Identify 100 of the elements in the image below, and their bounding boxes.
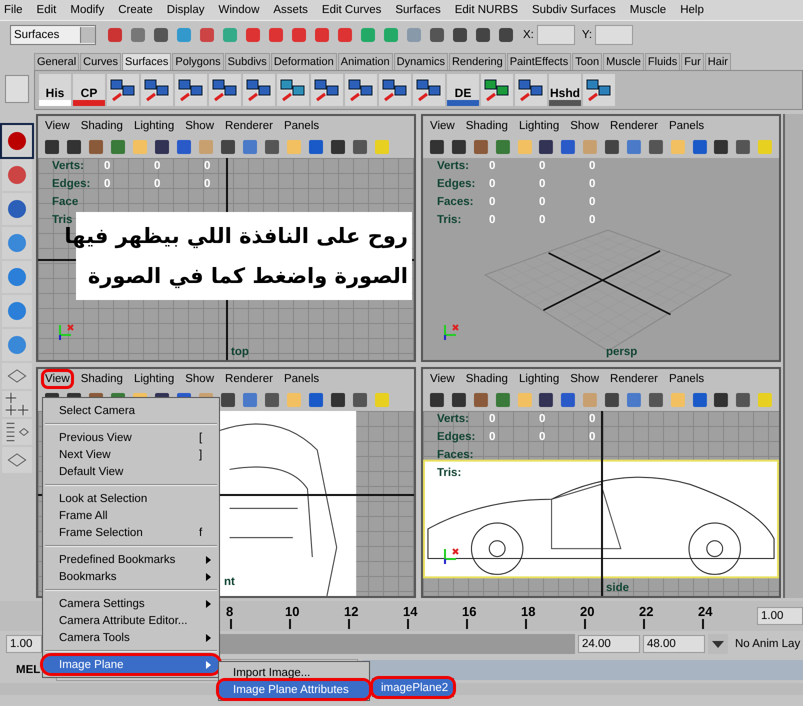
layout-icon[interactable] (2, 447, 32, 473)
menu-item[interactable]: Help (680, 4, 704, 16)
tool-icon[interactable] (2, 261, 32, 293)
viewport-menu[interactable]: View (44, 119, 71, 133)
menu-item[interactable]: Predefined Bookmarks (43, 551, 219, 568)
shelf-tool-icon[interactable] (209, 74, 241, 106)
shelf-tool-button[interactable]: His (39, 74, 71, 106)
toolbar-icon[interactable] (335, 25, 355, 45)
viewport-tool-icon[interactable] (42, 137, 62, 157)
menu-item[interactable]: Modify (70, 4, 104, 16)
shelf-tab[interactable]: Toon (572, 53, 602, 70)
toolbar-icon[interactable] (105, 25, 125, 45)
shelf-tool-icon[interactable] (175, 74, 207, 106)
menu-item[interactable]: Subdiv Surfaces (532, 4, 616, 16)
viewport-menu[interactable]: Show (184, 372, 216, 386)
menu-item[interactable]: Image Plane (43, 656, 219, 673)
menu-item[interactable]: Look at Selection (43, 490, 219, 507)
viewport-tool-icon[interactable] (427, 137, 447, 157)
viewport-menu[interactable]: Lighting (518, 119, 560, 133)
tool-icon[interactable] (2, 329, 32, 361)
shelf-tool-icon[interactable] (311, 74, 343, 106)
layout-icon[interactable] (2, 363, 32, 389)
viewport-menu[interactable]: Shading (80, 119, 124, 133)
toolbar-icon[interactable] (266, 25, 286, 45)
anim-layer-dropdown[interactable]: No Anim Lay (731, 638, 800, 650)
toolbar-icon[interactable] (427, 25, 447, 45)
viewport-tool-icon[interactable] (602, 137, 622, 157)
current-frame-field[interactable]: 1.00 (757, 607, 803, 625)
viewport-tool-icon[interactable] (328, 390, 348, 410)
menu-item[interactable]: Import Image... (219, 664, 369, 681)
viewport-menu[interactable]: Panels (282, 119, 320, 133)
viewport-menu[interactable]: Renderer (224, 119, 274, 133)
viewport-tool-icon[interactable] (350, 137, 370, 157)
menu-item[interactable]: Camera Tools (43, 629, 219, 646)
viewport-tool-icon[interactable] (350, 390, 370, 410)
shelf-tool-icon[interactable] (345, 74, 377, 106)
shelf-tool-icon[interactable] (583, 74, 615, 106)
menu-item[interactable]: Edit NURBS (454, 4, 518, 16)
viewport-menu[interactable]: View (44, 372, 71, 386)
shelf-tool-icon[interactable] (413, 74, 445, 106)
viewport-tool-icon[interactable] (262, 390, 282, 410)
shelf-tab[interactable]: General (34, 53, 80, 70)
shelf-tab[interactable]: PaintEffects (506, 53, 572, 70)
shelf-tab[interactable]: Rendering (448, 53, 506, 70)
menu-item[interactable]: Muscle (630, 4, 666, 16)
menu-item[interactable]: Camera Settings (43, 595, 219, 612)
shelf-tab[interactable]: Surfaces (122, 53, 172, 70)
tool-icon[interactable] (2, 193, 32, 225)
x-field[interactable] (536, 25, 575, 45)
toolbar-icon[interactable] (312, 25, 332, 45)
shelf-tool-icon[interactable] (107, 74, 139, 106)
toolbar-icon[interactable] (128, 25, 148, 45)
viewport-menu[interactable]: Lighting (132, 119, 176, 133)
toolbar-icon[interactable] (151, 25, 171, 45)
menu-item[interactable]: Window (218, 4, 260, 16)
shelf-tab[interactable]: Fur (681, 53, 704, 70)
toolbar-icon[interactable] (473, 25, 493, 45)
menu-item[interactable]: Edit (36, 4, 56, 16)
max-frame-field[interactable]: 48.00 (643, 635, 705, 653)
shelf-tab[interactable]: Fluids (644, 53, 680, 70)
viewport-menu[interactable]: Shading (464, 119, 509, 133)
viewport-tool-icon[interactable] (427, 390, 447, 410)
shelf-tool-button[interactable]: DE (447, 74, 479, 106)
end-frame-field[interactable]: 24.00 (578, 635, 640, 653)
viewport-tool-icon[interactable] (64, 137, 84, 157)
shelf-tool-icon[interactable] (379, 74, 411, 106)
menu-item[interactable]: File (4, 4, 23, 16)
viewport-menu[interactable]: Panels (668, 119, 706, 133)
y-field[interactable] (595, 25, 634, 45)
layout-icon[interactable] (2, 391, 32, 417)
menu-item[interactable]: Display (166, 4, 204, 16)
toolbar-icon[interactable] (243, 25, 263, 45)
viewport-tool-icon[interactable] (152, 137, 172, 157)
toolbar-icon[interactable] (289, 25, 309, 45)
menu-item[interactable]: Create (118, 4, 153, 16)
viewport-menu[interactable]: Show (184, 119, 216, 133)
tool-icon[interactable] (2, 159, 32, 191)
viewport-menu[interactable]: Shading (80, 372, 124, 386)
viewport-menu[interactable]: View (429, 372, 456, 386)
viewport-menu[interactable]: Show (569, 372, 600, 386)
viewport-menu[interactable]: Renderer (609, 119, 659, 133)
start-frame-field[interactable]: 1.00 (6, 635, 42, 653)
viewport-tool-icon[interactable] (218, 137, 238, 157)
shelf-tab[interactable]: Dynamics (394, 53, 448, 70)
shelf-tab[interactable]: Subdivs (224, 53, 270, 70)
menu-item[interactable]: Frame Selection f (43, 524, 219, 541)
menu-item[interactable]: Frame All (43, 507, 219, 524)
shelf-tool-button[interactable]: Hshd (549, 74, 581, 106)
viewport-tool-icon[interactable] (306, 137, 326, 157)
shelf-tool-icon[interactable] (515, 74, 547, 106)
viewport-menu[interactable]: Panels (668, 372, 706, 386)
viewport-tool-icon[interactable] (306, 390, 326, 410)
shelf-tab[interactable]: Animation (338, 53, 393, 70)
menu-item[interactable]: Next View ] (43, 446, 219, 463)
menu-item[interactable]: Default View (43, 463, 219, 480)
viewport-menu[interactable]: Lighting (518, 372, 560, 386)
viewport-tool-icon[interactable] (262, 137, 282, 157)
viewport-tool-icon[interactable] (218, 390, 238, 410)
mode-dropdown[interactable]: Surfaces (10, 25, 96, 45)
shelf-tool-icon[interactable] (277, 74, 309, 106)
